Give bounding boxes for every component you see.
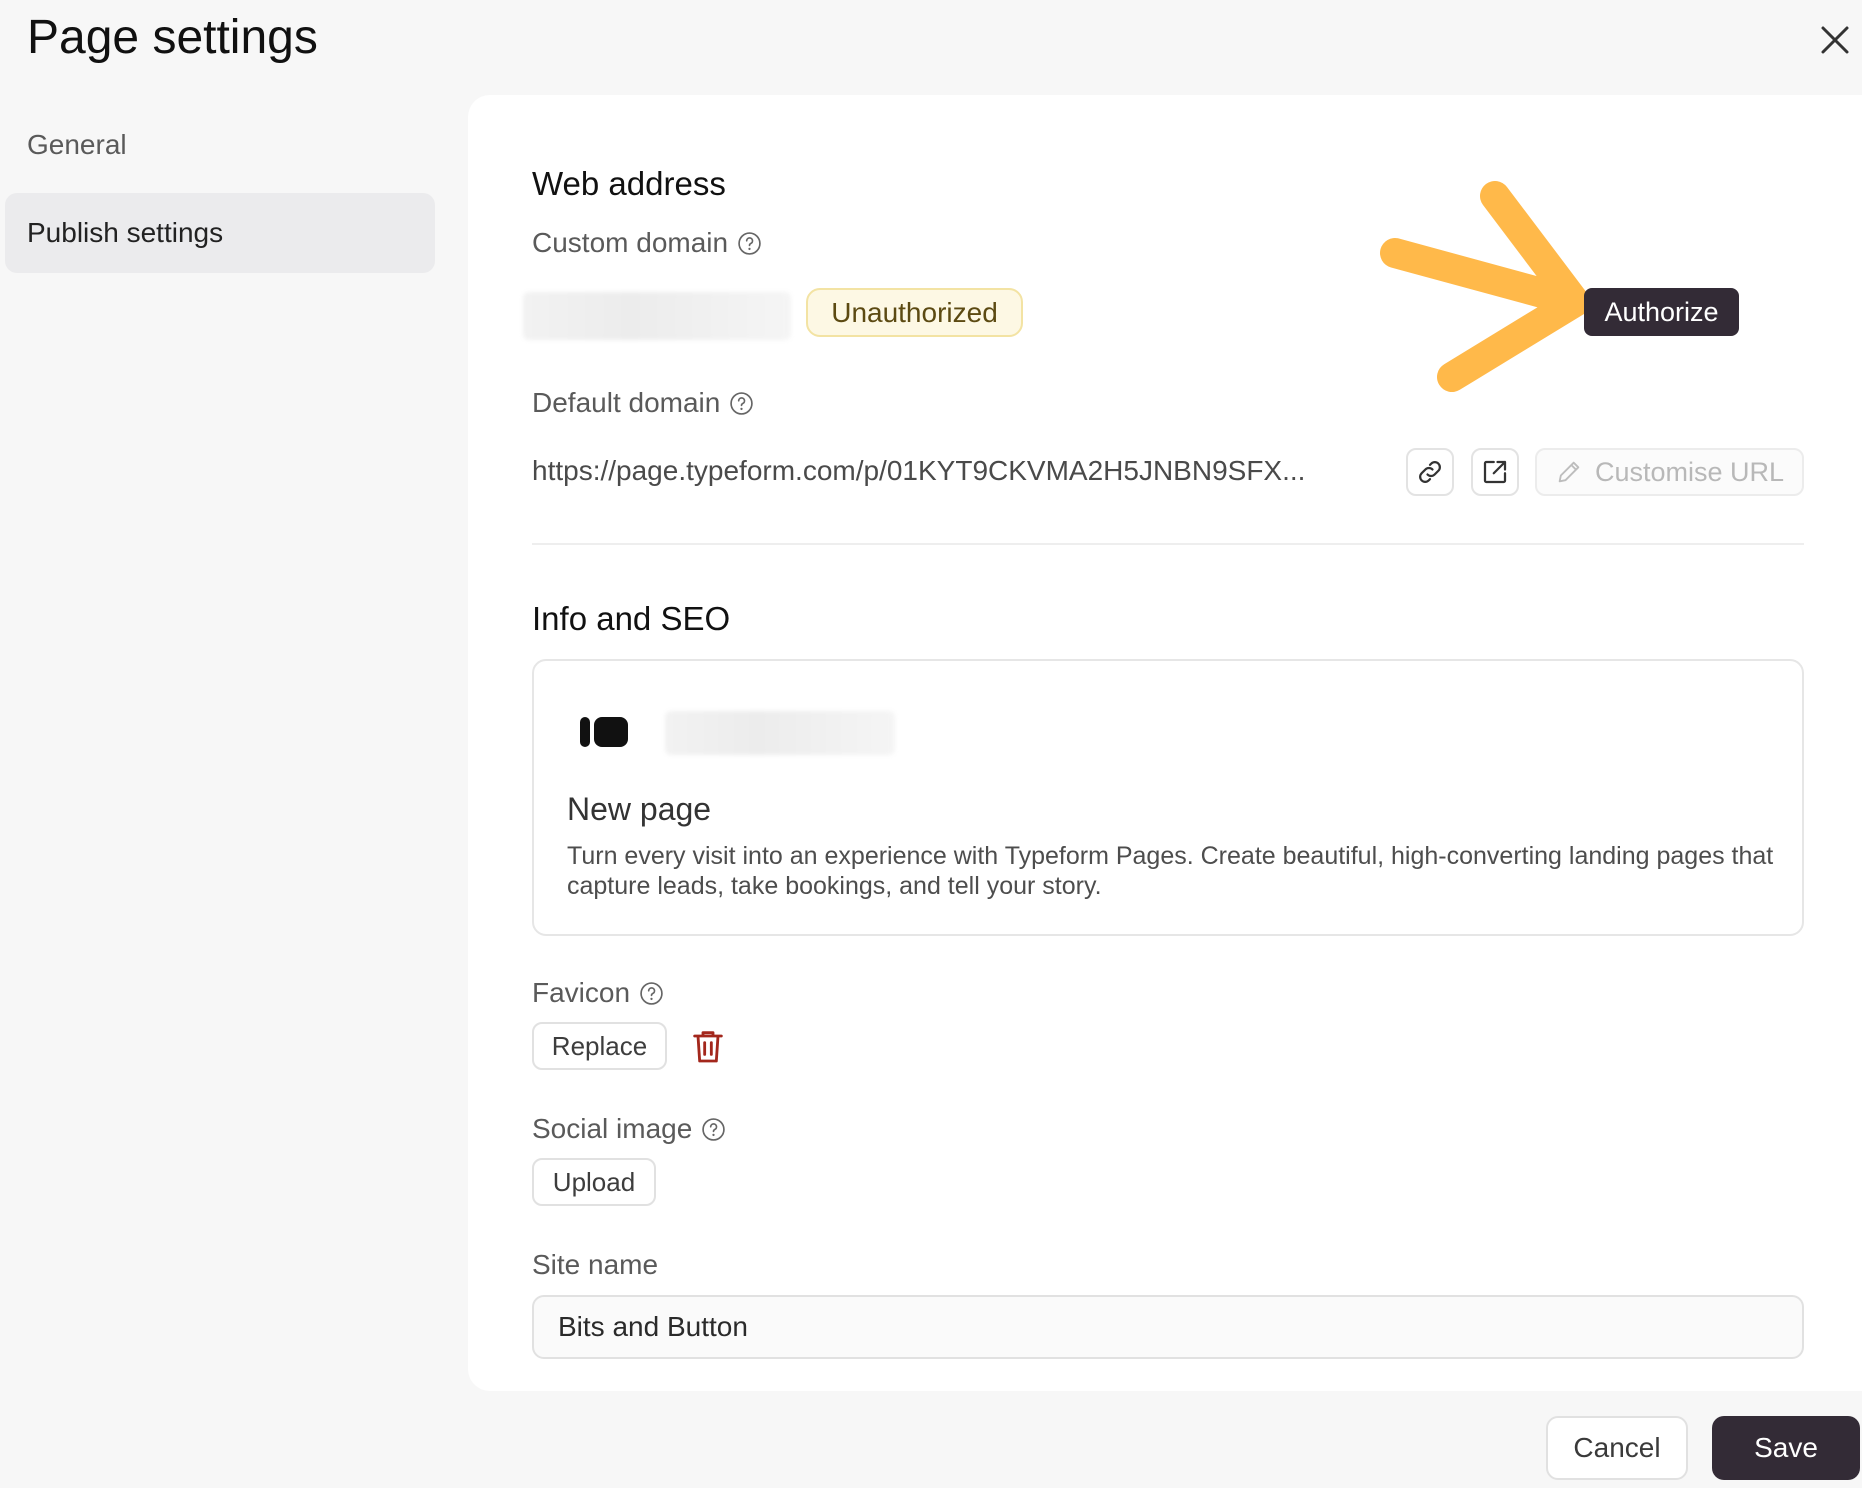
preview-title: New page	[567, 791, 712, 827]
replace-favicon-button[interactable]: Replace	[532, 1022, 667, 1070]
authorize-button[interactable]: Authorize	[1584, 288, 1739, 336]
default-domain-label: Default domain	[532, 387, 754, 419]
site-name-input[interactable]: Bits and Button	[532, 1295, 1804, 1359]
upload-social-image-button[interactable]: Upload	[532, 1158, 656, 1206]
external-link-icon	[1483, 460, 1507, 484]
customise-url-button[interactable]: Customise URL	[1535, 448, 1804, 496]
sidebar-item-general[interactable]: General	[5, 105, 435, 185]
settings-panel: Web address Custom domain Unauthorized A…	[468, 95, 1862, 1391]
custom-domain-label: Custom domain	[532, 227, 762, 259]
sidebar-item-label: Publish settings	[27, 217, 224, 248]
sidebar-item-label: General	[27, 129, 127, 160]
save-button[interactable]: Save	[1712, 1416, 1860, 1480]
site-name-label: Site name	[532, 1249, 659, 1280]
trash-icon	[693, 1031, 723, 1063]
favicon-label: Favicon	[532, 977, 664, 1009]
social-image-label: Social image	[532, 1113, 726, 1145]
page-title: Page settings	[27, 11, 318, 64]
close-button[interactable]	[1815, 20, 1855, 60]
status-badge: Unauthorized	[806, 288, 1023, 337]
help-icon[interactable]	[701, 1117, 726, 1142]
open-link-button[interactable]	[1471, 448, 1519, 496]
delete-favicon-button[interactable]	[688, 1025, 728, 1067]
cancel-button[interactable]: Cancel	[1546, 1416, 1688, 1480]
section-divider	[532, 543, 1804, 545]
copy-link-button[interactable]	[1406, 448, 1454, 496]
custom-domain-value-redacted	[523, 292, 791, 340]
sidebar-item-publish-settings[interactable]: Publish settings	[5, 193, 435, 273]
default-domain-url: https://page.typeform.com/p/01KYT9CKVMA2…	[532, 455, 1306, 486]
web-address-heading: Web address	[532, 165, 726, 202]
site-url-redacted	[665, 711, 895, 755]
preview-description: Turn every visit into an experience with…	[567, 842, 1774, 900]
annotation-arrow-icon	[1380, 181, 1588, 392]
help-icon[interactable]	[639, 981, 664, 1006]
info-seo-heading: Info and SEO	[532, 600, 731, 637]
help-icon[interactable]	[737, 231, 762, 256]
custom-domain-label-text: Custom domain	[532, 227, 729, 258]
favicon-label-text: Favicon	[532, 977, 631, 1008]
customise-url-label: Customise URL	[1594, 456, 1785, 487]
pencil-icon	[1558, 461, 1580, 483]
social-image-label-text: Social image	[532, 1113, 693, 1144]
seo-preview-card: New page Turn every visit into an experi…	[532, 659, 1804, 936]
typeform-logo-icon	[580, 717, 628, 747]
link-icon	[1419, 461, 1441, 483]
close-icon	[1821, 26, 1849, 54]
default-domain-label-text: Default domain	[532, 387, 721, 418]
help-icon[interactable]	[729, 391, 754, 416]
